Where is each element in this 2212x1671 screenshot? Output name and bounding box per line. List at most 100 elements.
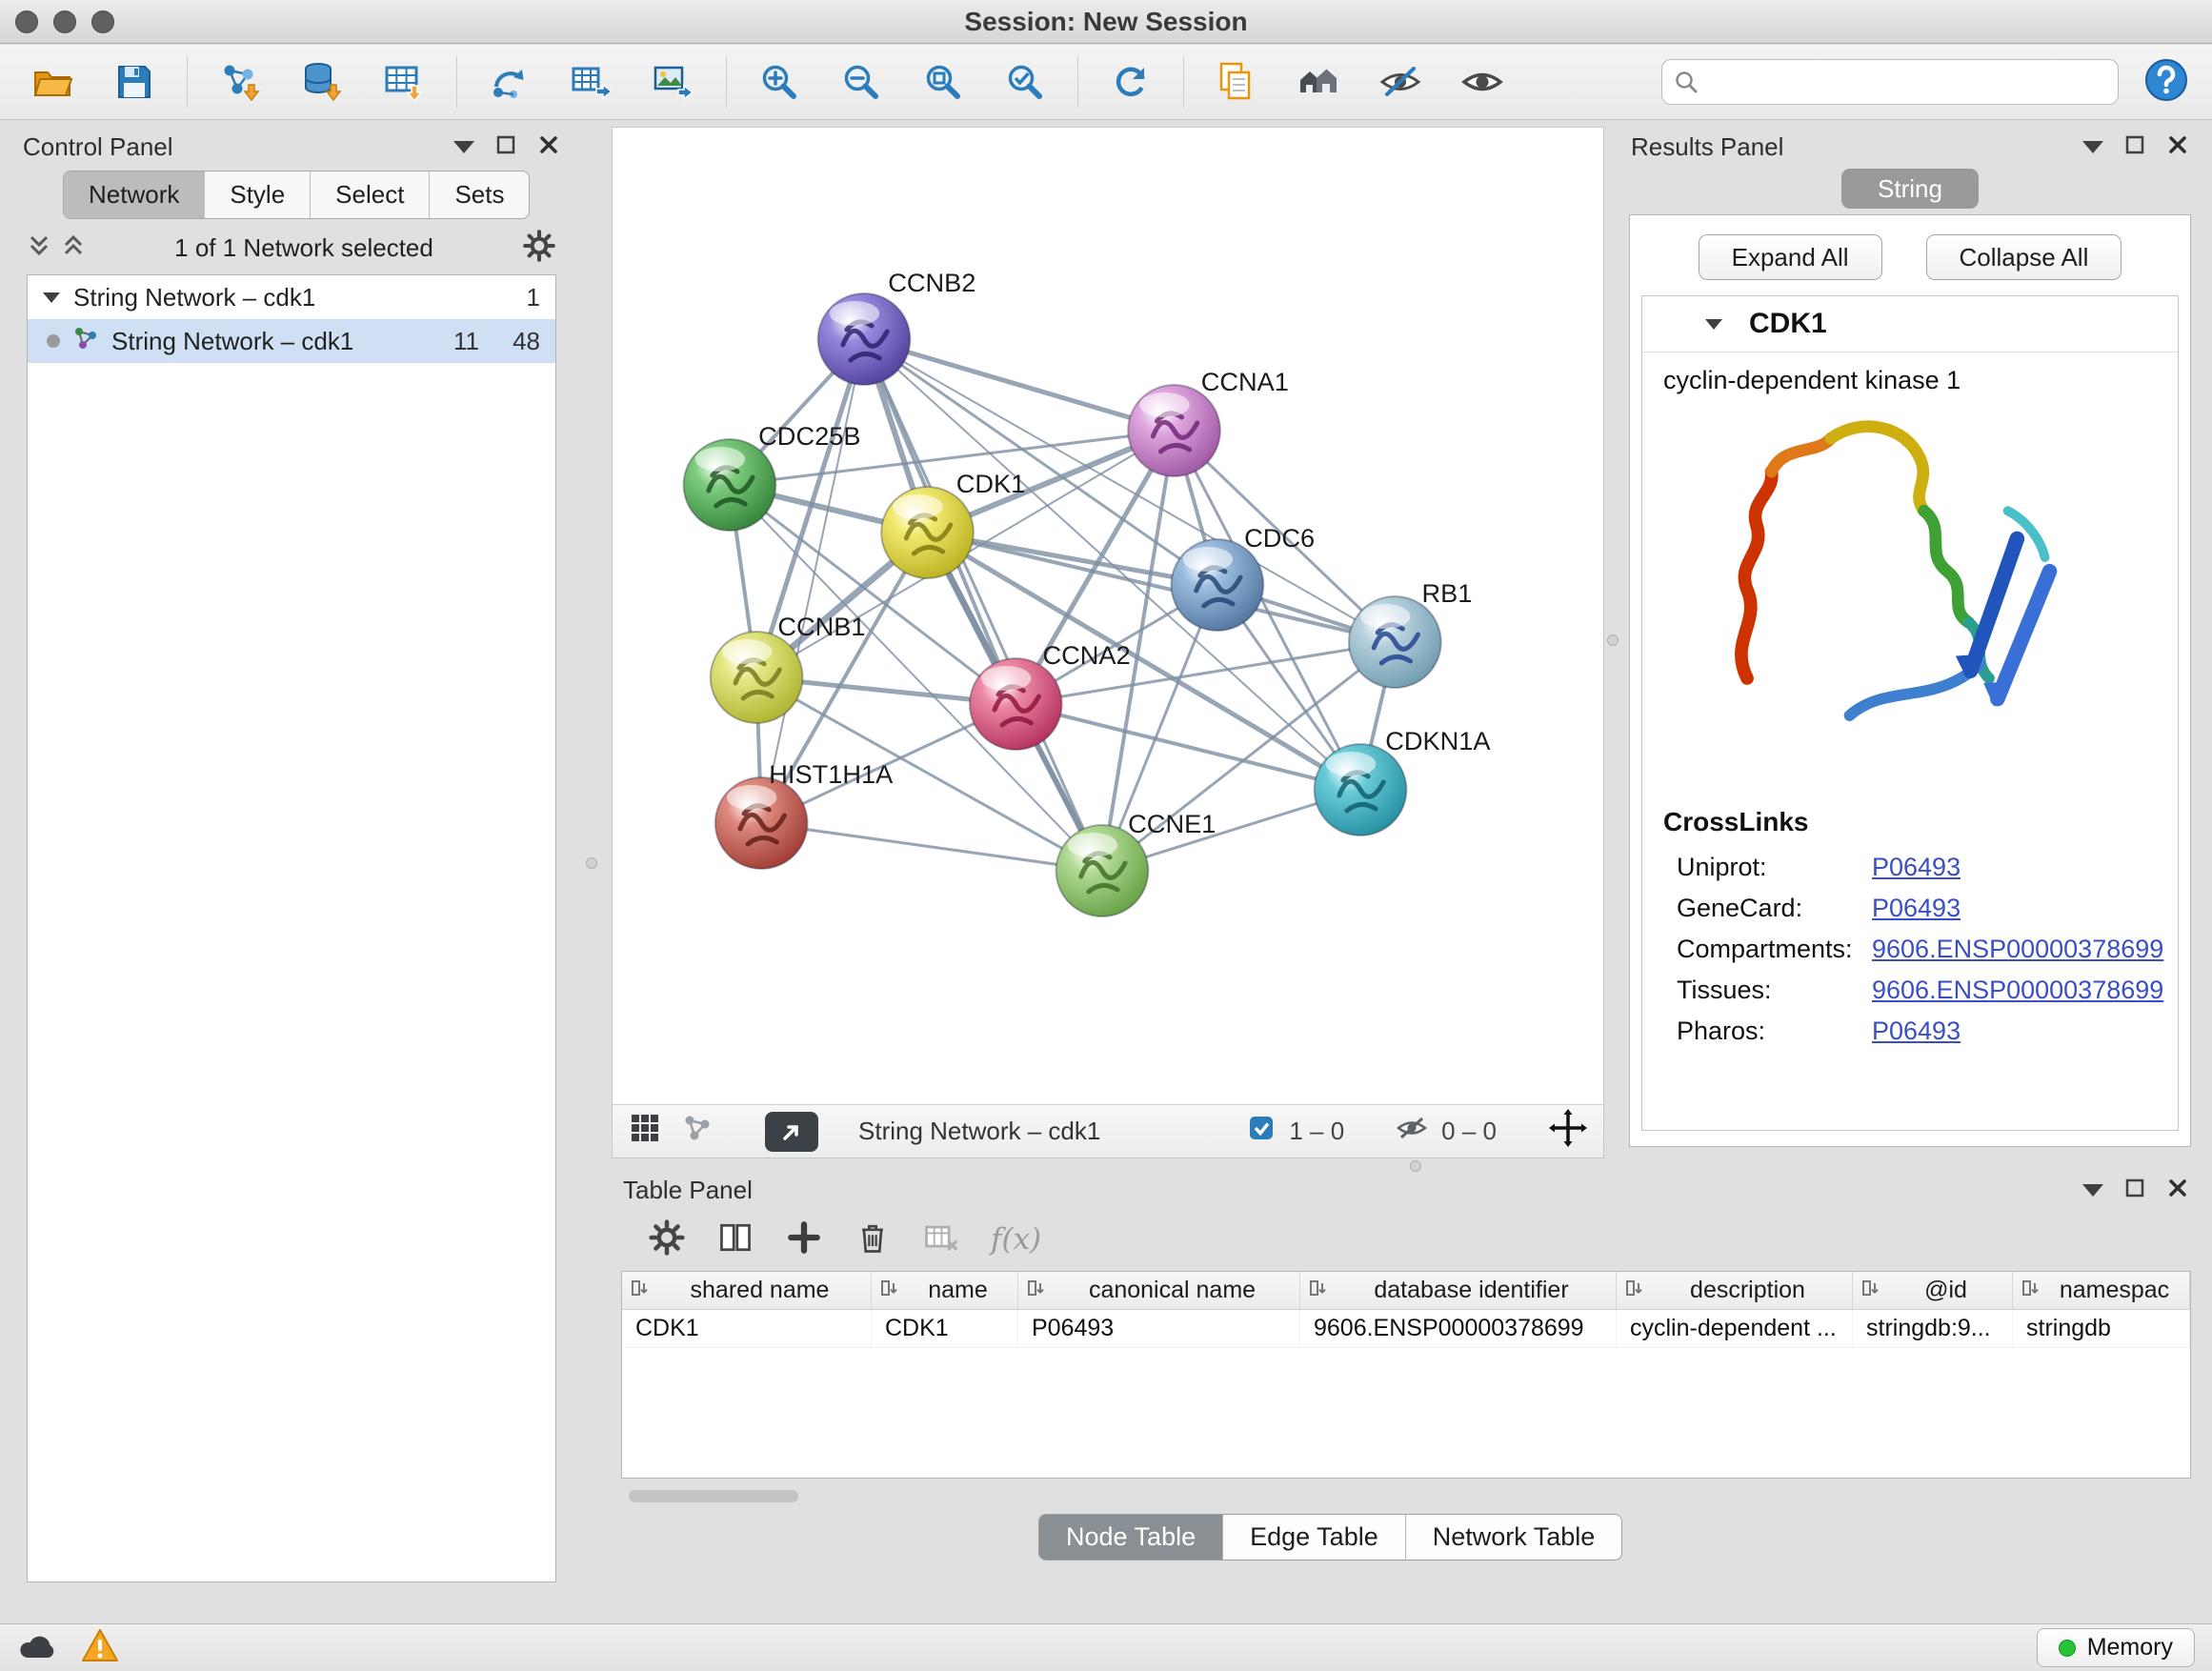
column-header-id[interactable]: @id bbox=[1853, 1272, 2013, 1309]
cell-description[interactable]: cyclin-dependent ... bbox=[1617, 1310, 1853, 1347]
tab-string[interactable]: String bbox=[1841, 169, 1979, 209]
memory-button[interactable]: Memory bbox=[2037, 1628, 2195, 1667]
show-graphics-button[interactable] bbox=[1445, 51, 1519, 112]
column-header-canonical-name[interactable]: canonical name bbox=[1018, 1272, 1300, 1309]
float-panel-icon[interactable] bbox=[2124, 1178, 2145, 1203]
network-node-ccna1[interactable] bbox=[1128, 385, 1220, 476]
selected-checkbox-icon[interactable] bbox=[1247, 1114, 1276, 1149]
column-header-name[interactable]: name bbox=[872, 1272, 1018, 1309]
network-collection-row[interactable]: String Network – cdk1 1 bbox=[28, 275, 555, 319]
sort-column-icon[interactable] bbox=[1860, 1278, 1881, 1303]
network-row[interactable]: String Network – cdk1 11 48 bbox=[28, 319, 555, 363]
cell-namespace[interactable]: stringdb bbox=[2013, 1310, 2190, 1347]
network-node-ccnb2[interactable] bbox=[818, 293, 911, 385]
network-node-cdc6[interactable] bbox=[1172, 539, 1264, 631]
column-header-shared-name[interactable]: shared name bbox=[622, 1272, 872, 1309]
network-node-hist1h1a[interactable] bbox=[715, 777, 808, 869]
network-edge[interactable] bbox=[864, 339, 1175, 431]
table-options-gear-icon[interactable] bbox=[648, 1218, 686, 1261]
export-image-button[interactable] bbox=[636, 51, 711, 112]
tab-network-table[interactable]: Network Table bbox=[1406, 1515, 1622, 1560]
network-node-rb1[interactable] bbox=[1349, 596, 1441, 688]
grid-view-icon[interactable] bbox=[628, 1111, 662, 1152]
import-network-file-button[interactable] bbox=[203, 51, 277, 112]
documentation-button[interactable] bbox=[1199, 51, 1274, 112]
hidden-eye-slash-icon[interactable] bbox=[1396, 1114, 1428, 1149]
network-node-cdk1[interactable] bbox=[881, 487, 974, 578]
expand-all-button[interactable]: Expand All bbox=[1699, 234, 1882, 280]
function-builder-button[interactable]: f(x) bbox=[991, 1222, 1041, 1257]
apply-layout-button[interactable] bbox=[1094, 51, 1168, 112]
close-panel-icon[interactable] bbox=[2166, 1177, 2189, 1204]
cloud-status-button[interactable] bbox=[17, 1629, 59, 1666]
delete-table-icon[interactable] bbox=[922, 1218, 960, 1261]
hide-graphics-button[interactable] bbox=[1363, 51, 1438, 112]
zoom-out-button[interactable] bbox=[824, 51, 898, 112]
save-session-button[interactable] bbox=[97, 51, 171, 112]
cell-canonical-name[interactable]: P06493 bbox=[1018, 1310, 1300, 1347]
add-column-icon[interactable] bbox=[785, 1218, 823, 1261]
network-node-cdkn1a[interactable] bbox=[1315, 744, 1407, 836]
cell-shared-name[interactable]: CDK1 bbox=[622, 1310, 872, 1347]
tab-style[interactable]: Style bbox=[205, 171, 311, 218]
search-input[interactable] bbox=[1661, 59, 2119, 105]
warnings-button[interactable] bbox=[80, 1627, 120, 1668]
import-table-file-button[interactable] bbox=[367, 51, 441, 112]
maximize-window-button[interactable] bbox=[91, 10, 114, 33]
network-overview-icon[interactable] bbox=[681, 1112, 714, 1151]
help-button[interactable] bbox=[2142, 55, 2191, 110]
tab-select[interactable]: Select bbox=[311, 171, 430, 218]
sort-column-icon[interactable] bbox=[1624, 1278, 1645, 1303]
float-panel-icon[interactable] bbox=[2124, 134, 2145, 160]
network-edge[interactable] bbox=[928, 533, 1396, 642]
cell-id[interactable]: stringdb:9... bbox=[1853, 1310, 2013, 1347]
crosslink-link[interactable]: P06493 bbox=[1872, 1017, 1961, 1046]
collapse-tree-icon[interactable] bbox=[27, 232, 51, 265]
import-network-database-button[interactable] bbox=[285, 51, 359, 112]
panel-menu-icon[interactable] bbox=[2082, 1184, 2103, 1197]
table-row[interactable]: CDK1 CDK1 P06493 9606.ENSP00000378699 cy… bbox=[622, 1310, 2190, 1348]
sort-column-icon[interactable] bbox=[1026, 1278, 1047, 1303]
network-edge[interactable] bbox=[761, 339, 864, 823]
panel-menu-icon[interactable] bbox=[2082, 141, 2103, 153]
collection-expand-icon[interactable] bbox=[43, 292, 60, 303]
column-header-database-identifier[interactable]: database identifier bbox=[1300, 1272, 1617, 1309]
network-node-ccne1[interactable] bbox=[1056, 825, 1149, 916]
horizontal-scrollbar[interactable] bbox=[623, 1488, 2189, 1504]
splitter-grip[interactable] bbox=[586, 857, 597, 869]
collapse-gene-icon[interactable] bbox=[1705, 319, 1722, 330]
sample-sessions-button[interactable] bbox=[1281, 51, 1356, 112]
crosslink-link[interactable]: P06493 bbox=[1872, 894, 1961, 923]
network-edge[interactable] bbox=[864, 339, 1102, 871]
open-session-button[interactable] bbox=[15, 51, 90, 112]
zoom-in-button[interactable] bbox=[742, 51, 816, 112]
network-canvas[interactable]: CCNB2CCNA1CDC25BCDK1CDC6RB1CCNB1CCNA2CDK… bbox=[613, 128, 1603, 1104]
close-panel-icon[interactable] bbox=[2166, 133, 2189, 161]
float-panel-icon[interactable] bbox=[495, 134, 516, 160]
cell-name[interactable]: CDK1 bbox=[872, 1310, 1018, 1347]
scrollbar-thumb[interactable] bbox=[629, 1490, 798, 1502]
export-table-button[interactable] bbox=[554, 51, 629, 112]
sort-column-icon[interactable] bbox=[879, 1278, 900, 1303]
pan-mode-icon[interactable] bbox=[1548, 1108, 1588, 1155]
crosslink-link[interactable]: P06493 bbox=[1872, 853, 1961, 882]
zoom-fit-button[interactable] bbox=[906, 51, 980, 112]
splitter-grip[interactable] bbox=[1607, 634, 1619, 646]
sort-column-icon[interactable] bbox=[630, 1278, 651, 1303]
minimize-window-button[interactable] bbox=[53, 10, 76, 33]
detach-view-button[interactable] bbox=[765, 1112, 818, 1152]
delete-column-icon[interactable] bbox=[854, 1218, 892, 1261]
network-edge[interactable] bbox=[761, 823, 1102, 871]
column-header-namespace[interactable]: namespac bbox=[2013, 1272, 2190, 1309]
network-node-ccnb1[interactable] bbox=[711, 632, 803, 723]
panel-menu-icon[interactable] bbox=[453, 141, 474, 153]
sort-column-icon[interactable] bbox=[2021, 1278, 2041, 1303]
sort-column-icon[interactable] bbox=[1308, 1278, 1329, 1303]
zoom-selected-button[interactable] bbox=[988, 51, 1062, 112]
close-panel-icon[interactable] bbox=[537, 133, 560, 161]
crosslink-link[interactable]: 9606.ENSP00000378699 bbox=[1872, 976, 2163, 1005]
network-node-cdc25b[interactable] bbox=[684, 439, 776, 531]
expand-tree-icon[interactable] bbox=[61, 232, 86, 265]
new-network-button[interactable] bbox=[473, 51, 547, 112]
column-header-description[interactable]: description bbox=[1617, 1272, 1853, 1309]
